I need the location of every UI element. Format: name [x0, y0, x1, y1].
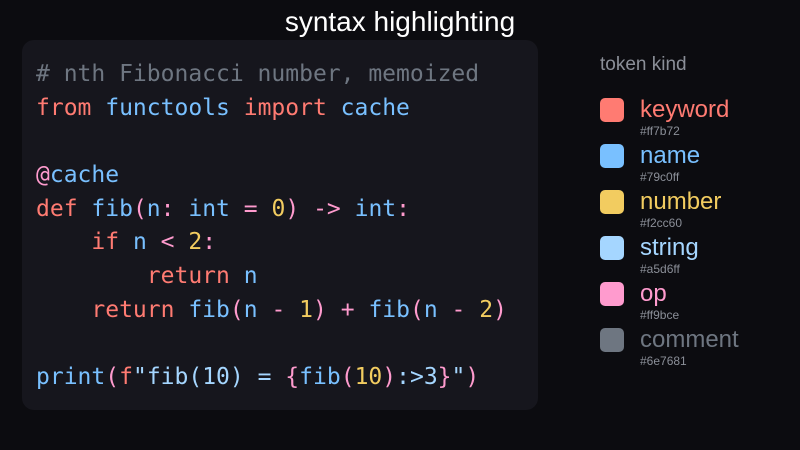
token-comment: # nth Fibonacci number, memoized [36, 61, 480, 87]
token-keyword: import [243, 94, 327, 121]
token-number: 2 [479, 296, 494, 323]
token-op: { [285, 364, 300, 391]
code-line: return n [36, 260, 507, 294]
token-number: 1 [299, 296, 314, 323]
token-op: @ [36, 162, 50, 189]
legend-hex: #ff9bce [640, 308, 680, 322]
token-name [327, 297, 341, 323]
token-name: n [423, 296, 452, 323]
token-op: + [340, 296, 355, 323]
token-name: fib [77, 195, 133, 222]
token-name: functools [91, 94, 244, 121]
token-keyword: def [36, 195, 78, 222]
token-name: cache [49, 162, 120, 189]
token-name: int [340, 195, 397, 222]
legend-hex: #f2cc60 [640, 216, 683, 230]
color-swatch [600, 328, 624, 352]
token-name [36, 229, 91, 255]
legend-label: op [640, 280, 667, 307]
token-name: int [174, 195, 244, 222]
token-op: : [202, 229, 217, 256]
token-name [175, 229, 189, 255]
token-op: } [437, 364, 452, 391]
token-name: fib [354, 296, 410, 323]
legend-label: comment [640, 326, 739, 353]
code-line: @cache [36, 159, 507, 193]
code-line: # nth Fibonacci number, memoized [36, 58, 507, 92]
token-op: ( [132, 195, 147, 222]
code-line: if n < 2: [36, 226, 507, 260]
token-op: ) [285, 195, 300, 222]
token-name: fib [299, 364, 341, 391]
legend-label: number [640, 188, 722, 215]
color-swatch [600, 282, 624, 306]
color-swatch [600, 98, 624, 122]
token-keyword: from [36, 94, 92, 121]
token-number: 0 [271, 195, 286, 222]
token-name [258, 196, 272, 222]
token-name [465, 297, 479, 323]
token-keyword: return [91, 296, 175, 323]
token-keyword: f [119, 364, 133, 391]
token-name: cache [326, 94, 410, 121]
token-keyword: return [146, 263, 230, 290]
legend-label: name [640, 142, 701, 169]
color-swatch [600, 190, 624, 214]
code-block: # nth Fibonacci number, memoized from fun… [36, 58, 507, 395]
code-line: return fib(n - 1) + fib(n - 2) [36, 294, 507, 328]
token-name [36, 263, 147, 289]
token-name: n [146, 195, 161, 222]
code-line: from functools import cache [36, 92, 507, 126]
token-op: : [396, 195, 411, 222]
token-op: : [160, 195, 175, 222]
token-name [285, 297, 299, 323]
token-number: 10 [354, 364, 383, 391]
token-op: ) [465, 364, 480, 391]
legend-hex: #a5d6ff [640, 262, 680, 276]
token-keyword: if [91, 229, 120, 256]
token-name: n [229, 263, 258, 290]
legend-title: token kind [600, 54, 687, 75]
color-swatch [600, 144, 624, 168]
token-op: ( [105, 364, 120, 391]
token-string: :>3 [396, 364, 438, 391]
token-name: n [119, 229, 161, 256]
code-line: print(f"fib(10) = {fib(10):>3}") [36, 361, 507, 395]
token-name: fib [174, 296, 230, 323]
legend-label: string [640, 234, 699, 261]
token-op: ) [493, 296, 507, 323]
token-op: ( [409, 296, 424, 323]
token-name: print [36, 364, 106, 391]
token-op: < [160, 229, 175, 256]
token-op: ( [229, 296, 244, 323]
token-number: 2 [188, 229, 203, 256]
token-op: - [451, 296, 466, 323]
token-name: n [243, 296, 272, 323]
token-op: -> [313, 195, 341, 222]
page-title: syntax highlighting [284, 6, 516, 37]
token-string: "fib(10) = [132, 364, 286, 391]
token-op: ( [340, 364, 355, 391]
legend-hex: #6e7681 [640, 354, 687, 368]
token-string: " [451, 364, 466, 391]
token-name [36, 297, 91, 323]
legend-label: keyword [640, 96, 730, 123]
legend-hex: #79c0ff [640, 170, 680, 184]
legend-hex: #ff7b72 [640, 124, 680, 138]
color-swatch [600, 236, 624, 260]
token-op: ) [313, 296, 327, 323]
token-name [299, 196, 313, 222]
token-op: - [271, 296, 286, 323]
code-line: def fib(n: int = 0) -> int: [36, 193, 507, 227]
token-op: = [243, 195, 258, 222]
token-op: ) [382, 364, 397, 391]
